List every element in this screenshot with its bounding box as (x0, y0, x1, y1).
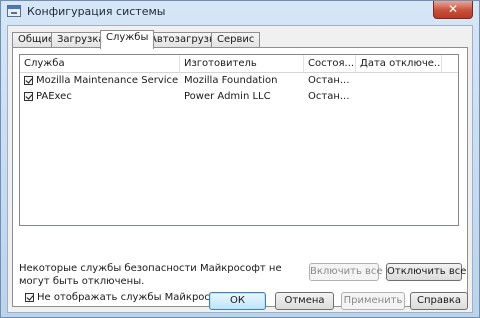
service-status: Остан... (308, 91, 350, 102)
services-list-header: Служба Изготовитель Состоя... Дата отклю… (20, 55, 458, 73)
hide-microsoft-services-label: Не отображать службы Майкрософт (37, 292, 231, 303)
service-name: Mozilla Maintenance Service (36, 75, 179, 86)
window-title: Конфигурация системы (27, 5, 166, 18)
tab-services[interactable]: Службы (100, 30, 155, 49)
service-status: Остан... (308, 75, 350, 86)
dialog-body: Общие Загрузка Службы Автозагрузка Серви… (7, 25, 473, 313)
column-header-status[interactable]: Состоя... (304, 55, 356, 72)
disable-all-button[interactable]: Отключить все (386, 263, 466, 281)
services-panel: Служба Изготовитель Состоя... Дата отклю… (12, 47, 468, 307)
enable-all-button[interactable]: Включить все (309, 263, 383, 281)
cancel-button[interactable]: Отмена (275, 292, 334, 310)
msconfig-icon (7, 5, 21, 17)
services-list[interactable]: Служба Изготовитель Состоя... Дата отклю… (19, 54, 459, 226)
table-row[interactable]: PAExec Power Admin LLC Остан... (20, 89, 458, 105)
service-name: PAExec (36, 91, 72, 102)
security-services-note: Некоторые службы безопасности Майкрософт… (19, 263, 282, 287)
close-button[interactable]: ✕ (433, 1, 473, 19)
title-bar[interactable]: Конфигурация системы ✕ (1, 1, 479, 25)
system-configuration-window: Конфигурация системы ✕ Общие Загрузка Сл… (0, 0, 480, 318)
apply-button[interactable]: Применить (341, 292, 405, 310)
table-row[interactable]: Mozilla Maintenance Service Mozilla Foun… (20, 73, 458, 89)
service-checkbox[interactable] (24, 92, 33, 101)
column-header-date-disabled[interactable]: Дата отключе... (356, 55, 442, 72)
column-header-manufacturer[interactable]: Изготовитель (180, 55, 304, 72)
hide-microsoft-services-checkbox[interactable] (25, 293, 34, 302)
column-header-service[interactable]: Служба (20, 55, 180, 72)
service-checkbox[interactable] (24, 76, 33, 85)
tab-tools[interactable]: Сервис (211, 32, 261, 47)
help-button[interactable]: Справка (410, 292, 468, 310)
ok-button[interactable]: ОК (209, 292, 266, 310)
service-manufacturer: Power Admin LLC (184, 91, 271, 102)
service-manufacturer: Mozilla Foundation (184, 75, 278, 86)
